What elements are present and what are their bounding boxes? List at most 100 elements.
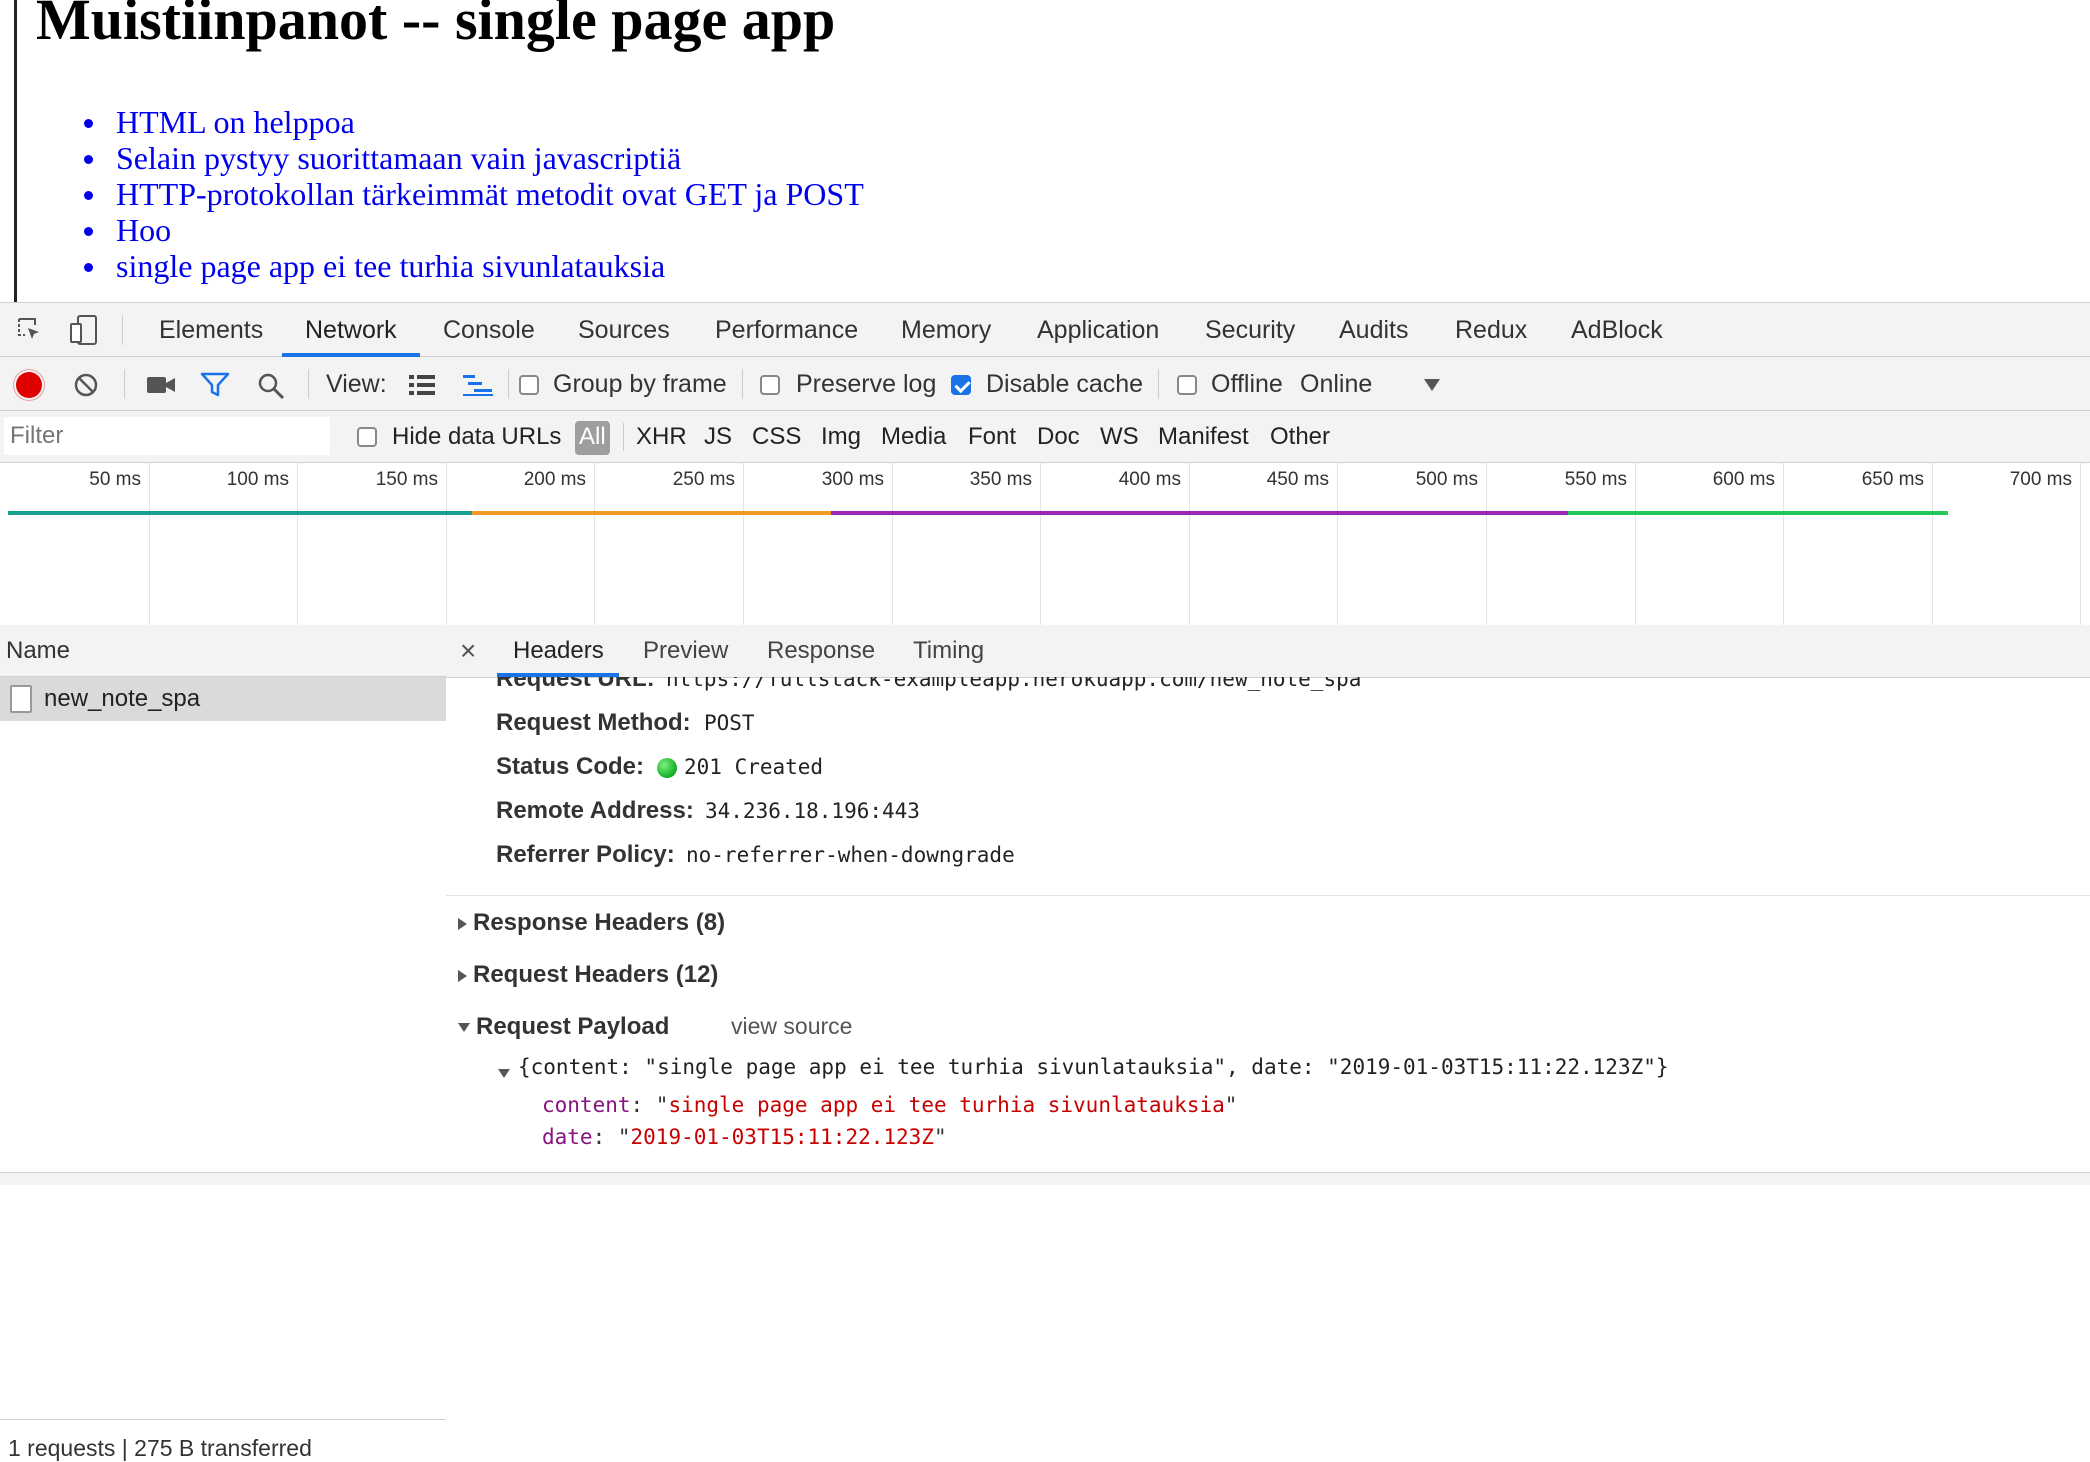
payload-date-row: date: "2019-01-03T15:11:22.123Z": [542, 1125, 947, 1149]
request-row[interactable]: new_note_spa: [0, 677, 446, 721]
filter-type-css[interactable]: CSS: [752, 411, 801, 463]
timeline-tick-label: 700 ms: [2009, 469, 2072, 490]
tab-response[interactable]: Response: [767, 625, 875, 677]
hide-data-urls-checkbox[interactable]: [357, 427, 377, 447]
tab-preview[interactable]: Preview: [643, 625, 728, 677]
timeline-tick-label: 500 ms: [1415, 469, 1478, 490]
toolbar-separator: [742, 369, 743, 399]
disable-cache-checkbox[interactable]: [951, 375, 971, 395]
toolbar-separator: [1158, 369, 1159, 399]
tab-network[interactable]: Network: [305, 303, 397, 357]
response-headers-toggle[interactable]: Response Headers (8): [458, 909, 725, 937]
payload-content-value: single page app ei tee turhia sivunlatau…: [668, 1093, 1225, 1117]
rendered-page: Muistiinpanot -- single page app HTML on…: [0, 0, 2090, 302]
group-by-frame-label: Group by frame: [553, 370, 727, 398]
bottom-status-strip: [0, 1172, 2090, 1185]
timeline-gridline: [892, 463, 893, 625]
filter-type-manifest[interactable]: Manifest: [1158, 411, 1249, 463]
toolbar-separator: [308, 369, 309, 399]
toolbar-separator: [124, 369, 125, 399]
filter-bar: Hide data URLs All XHR JS CSS Img Media …: [0, 411, 2090, 463]
filter-type-js[interactable]: JS: [704, 411, 732, 463]
timeline-gridline: [149, 463, 150, 625]
timeline-phase-bar: [1568, 511, 1948, 515]
general-section: Request URL: https://fullstack-exampleap…: [446, 677, 2090, 1047]
filter-type-img[interactable]: Img: [821, 411, 861, 463]
large-request-rows-icon[interactable]: [408, 373, 436, 397]
offline-checkbox[interactable]: [1177, 375, 1197, 395]
timeline-gridline: [1783, 463, 1784, 625]
view-source-link[interactable]: view source: [731, 1013, 852, 1040]
filter-type-doc[interactable]: Doc: [1037, 411, 1080, 463]
page-left-border: [14, 0, 17, 302]
filter-type-media[interactable]: Media: [881, 411, 946, 463]
tabbar-separator: [122, 315, 123, 345]
timeline-gridline: [446, 463, 447, 625]
timeline-tick-label: 50 ms: [89, 469, 141, 490]
throttling-select[interactable]: Online: [1300, 357, 1372, 411]
filter-type-ws[interactable]: WS: [1100, 411, 1139, 463]
name-column-header[interactable]: Name: [0, 625, 446, 677]
waterfall-overview-icon[interactable]: [462, 373, 494, 397]
clear-icon[interactable]: [74, 373, 98, 397]
timeline-tick-label: 100 ms: [226, 469, 289, 490]
filter-type-all[interactable]: All: [575, 421, 610, 455]
filter-icon[interactable]: [200, 372, 230, 398]
record-button[interactable]: [16, 372, 42, 398]
tab-console[interactable]: Console: [443, 303, 535, 357]
filter-type-font[interactable]: Font: [968, 411, 1016, 463]
collapse-arrow-icon: [458, 1023, 470, 1033]
referrer-policy-key: Referrer Policy:: [496, 841, 675, 868]
filter-type-other[interactable]: Other: [1270, 411, 1330, 463]
timeline-gridline: [1486, 463, 1487, 625]
status-code-value: 201 Created: [684, 755, 824, 779]
tab-adblock[interactable]: AdBlock: [1571, 303, 1663, 357]
document-icon: [10, 685, 32, 713]
timeline-phase-bar: [8, 511, 472, 515]
expand-arrow-icon: [458, 917, 467, 930]
request-headers-label: Request Headers (12): [473, 961, 719, 988]
timeline-gridline: [594, 463, 595, 625]
response-headers-label: Response Headers (8): [473, 909, 726, 936]
group-by-frame-checkbox[interactable]: [519, 375, 539, 395]
device-toolbar-icon[interactable]: [68, 314, 100, 346]
remote-address-value: 34.236.18.196:443: [705, 799, 920, 823]
timeline-gridline: [297, 463, 298, 625]
chevron-down-icon[interactable]: [1424, 379, 1440, 391]
tab-security[interactable]: Security: [1205, 303, 1295, 357]
timeline-gridline: [1189, 463, 1190, 625]
tab-redux[interactable]: Redux: [1455, 303, 1527, 357]
capture-screenshots-icon[interactable]: [146, 374, 176, 396]
payload-summary: {content: "single page app ei tee turhia…: [518, 1055, 1669, 1079]
filter-input[interactable]: [4, 417, 330, 455]
payload-content-key: content: [542, 1093, 631, 1117]
status-code-key: Status Code:: [496, 753, 645, 780]
tab-performance[interactable]: Performance: [715, 303, 858, 357]
preserve-log-checkbox[interactable]: [760, 375, 780, 395]
payload-content-row: content: "single page app ei tee turhia …: [542, 1093, 1238, 1117]
section-divider: [446, 895, 2090, 896]
close-icon[interactable]: ×: [460, 625, 476, 677]
collapse-arrow-icon[interactable]: [498, 1069, 510, 1078]
tab-headers[interactable]: Headers: [513, 625, 604, 677]
filter-type-xhr[interactable]: XHR: [636, 411, 687, 463]
request-name: new_note_spa: [44, 685, 201, 712]
inspect-element-icon[interactable]: [16, 316, 44, 344]
timeline-gridline: [743, 463, 744, 625]
tab-timing[interactable]: Timing: [913, 625, 984, 677]
search-icon[interactable]: [256, 371, 286, 401]
request-headers-toggle[interactable]: Request Headers (12): [458, 961, 718, 989]
note-item: HTTP-protokollan tärkeimmät metodit ovat…: [82, 176, 864, 212]
tab-memory[interactable]: Memory: [901, 303, 991, 357]
note-item: Hoo: [82, 212, 864, 248]
tab-audits[interactable]: Audits: [1339, 303, 1408, 357]
preserve-log-label: Preserve log: [796, 370, 937, 398]
request-method-value: POST: [704, 711, 755, 735]
summary-divider: [0, 1419, 446, 1420]
network-overview-timeline[interactable]: 50 ms 100 ms 150 ms 200 ms 250 ms 300 ms 350 m…: [0, 463, 2090, 626]
tab-application[interactable]: Application: [1037, 303, 1159, 357]
request-payload-toggle[interactable]: Request Payload: [458, 1013, 669, 1041]
tab-elements[interactable]: Elements: [159, 303, 263, 357]
page-title: Muistiinpanot -- single page app: [36, 0, 836, 52]
tab-sources[interactable]: Sources: [578, 303, 670, 357]
